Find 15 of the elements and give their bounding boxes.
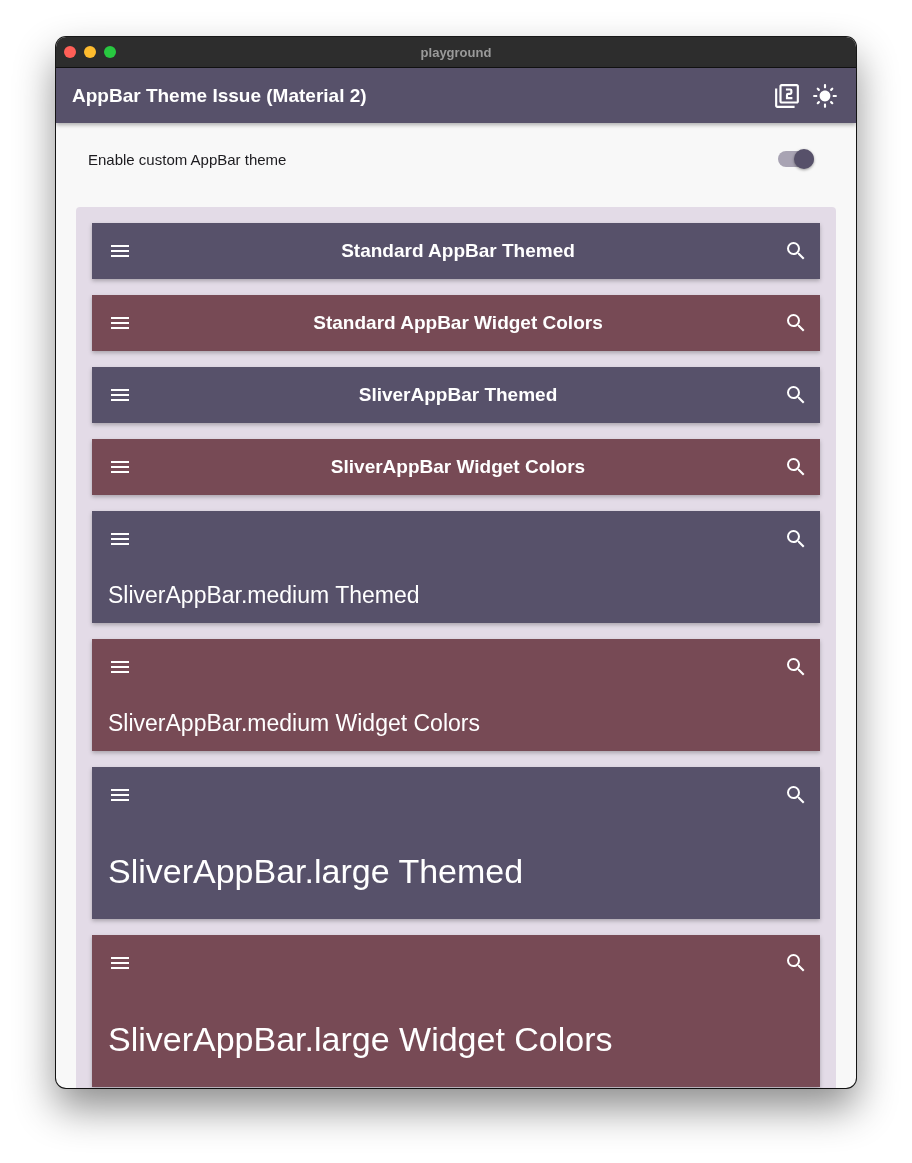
close-icon[interactable] (64, 46, 76, 58)
bar-title: SliverAppBar.medium Themed (108, 581, 420, 609)
toggle-switch[interactable] (778, 151, 814, 167)
bar-title: Standard AppBar Widget Colors (312, 312, 604, 334)
bar-title: SliverAppBar.large Widget Colors (108, 1019, 613, 1059)
setting-label: Enable custom AppBar theme (88, 150, 287, 168)
bar-title: SliverAppBar Widget Colors (329, 456, 587, 478)
bar-title: Standard AppBar Themed (340, 240, 576, 262)
zoom-icon[interactable] (104, 46, 116, 58)
bar-title: SliverAppBar Themed (357, 384, 559, 406)
bar-title: SliverAppBar.large Themed (108, 851, 524, 891)
window-title: playground (420, 44, 492, 60)
bar-title: SliverAppBar.medium Widget Colors (108, 709, 480, 737)
minimize-icon[interactable] (84, 46, 96, 58)
app-bar-title: AppBar Theme Issue (Material 2) (72, 84, 368, 107)
